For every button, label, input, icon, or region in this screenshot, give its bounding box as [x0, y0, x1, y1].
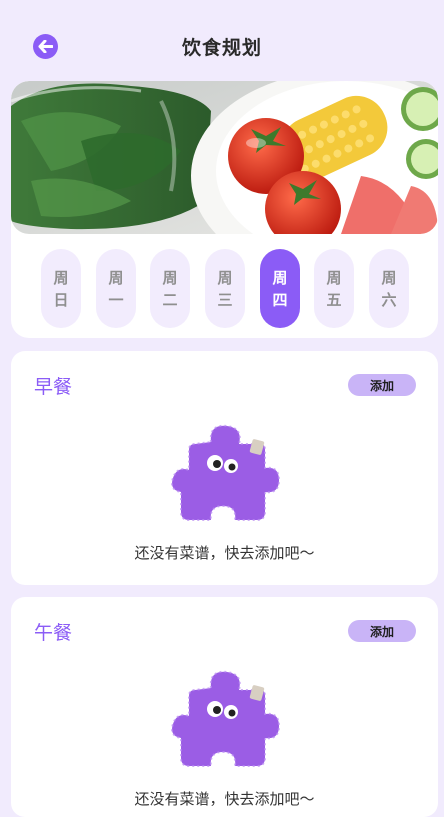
day-saturday[interactable]: 周 六 — [369, 249, 409, 328]
day-label-bottom: 一 — [108, 290, 124, 309]
day-label-top: 周 — [217, 268, 233, 287]
day-label-top: 周 — [326, 268, 342, 287]
day-label-top: 周 — [272, 268, 288, 287]
day-sunday[interactable]: 周 日 — [41, 249, 81, 328]
day-label-bottom: 三 — [217, 290, 233, 309]
header: 饮食规划 — [0, 0, 444, 92]
day-label-bottom: 日 — [53, 290, 69, 309]
meal-title: 早餐 — [34, 376, 73, 398]
puzzle-mascot-icon — [171, 670, 281, 767]
week-card: 周 日 周 一 周 二 周 三 周 四 周 五 周 六 — [11, 81, 438, 338]
day-label-bottom: 六 — [381, 290, 397, 309]
empty-state-text: 还没有菜谱，快去添加吧～ — [134, 544, 315, 562]
day-label-top: 周 — [381, 268, 397, 287]
day-wednesday[interactable]: 周 三 — [205, 249, 245, 328]
add-breakfast-button[interactable]: 添加 — [348, 374, 416, 396]
day-friday[interactable]: 周 五 — [314, 249, 354, 328]
breakfast-card: 早餐 添加 还没有菜谱，快去添加吧～ — [11, 351, 438, 585]
day-label-bottom: 四 — [272, 290, 288, 309]
day-label-top: 周 — [53, 268, 69, 287]
meal-title: 午餐 — [34, 622, 73, 644]
empty-state-text: 还没有菜谱，快去添加吧～ — [134, 790, 315, 808]
add-lunch-button[interactable]: 添加 — [348, 620, 416, 642]
day-thursday[interactable]: 周 四 — [260, 249, 300, 328]
day-label-top: 周 — [162, 268, 178, 287]
puzzle-mascot-icon — [171, 424, 281, 521]
day-label-bottom: 二 — [162, 290, 178, 309]
day-label-top: 周 — [108, 268, 124, 287]
day-monday[interactable]: 周 一 — [96, 249, 136, 328]
weekday-selector: 周 日 周 一 周 二 周 三 周 四 周 五 周 六 — [41, 249, 411, 328]
day-label-bottom: 五 — [326, 290, 342, 309]
page-title: 饮食规划 — [181, 37, 262, 59]
lunch-card: 午餐 添加 还没有菜谱，快去添加吧～ — [11, 597, 438, 817]
day-tuesday[interactable]: 周 二 — [150, 249, 190, 328]
banner-image — [11, 81, 438, 234]
